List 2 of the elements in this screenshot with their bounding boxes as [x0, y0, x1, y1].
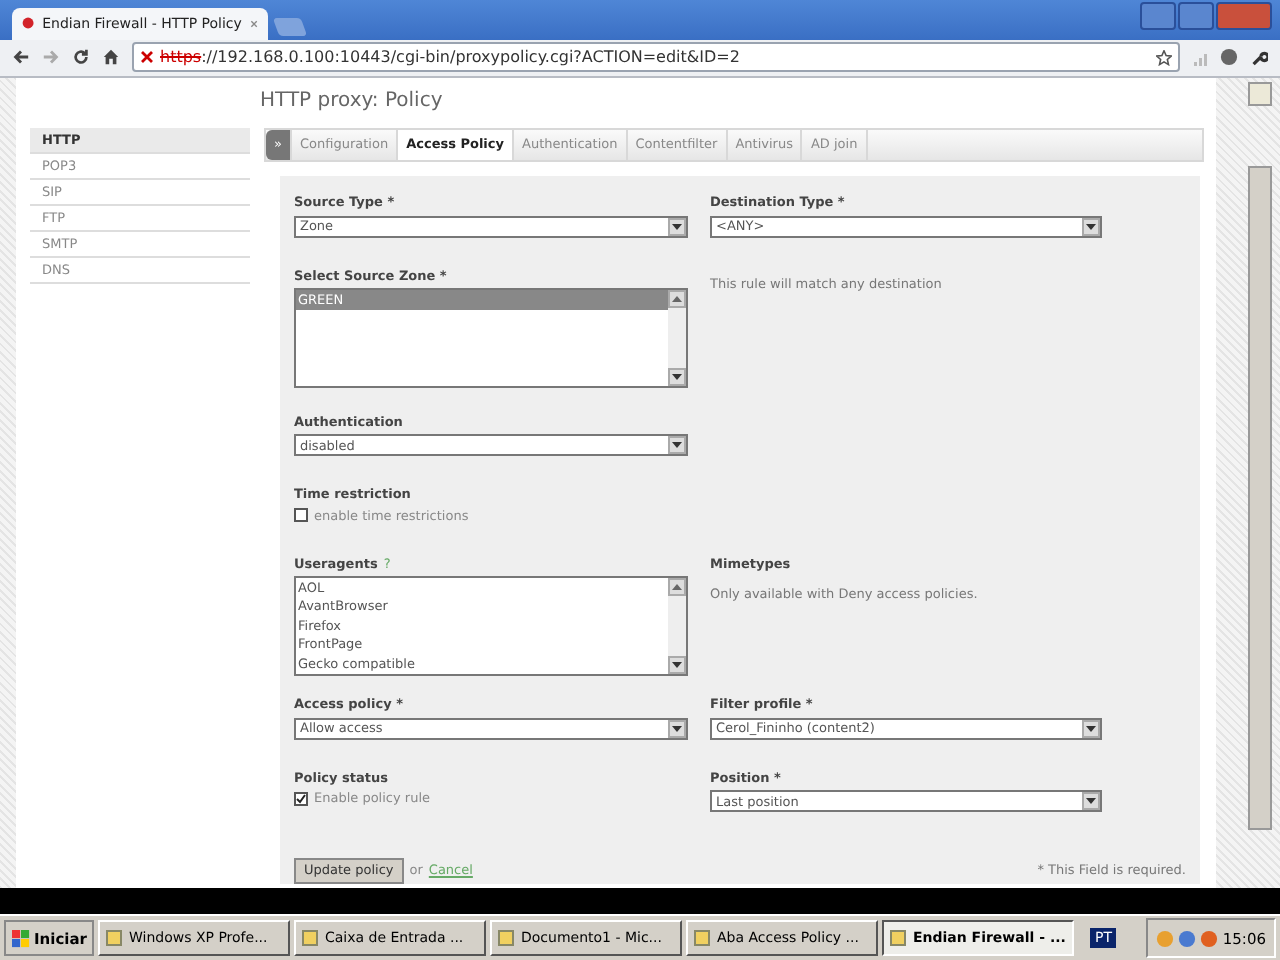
address-bar[interactable]: https://192.168.0.100:10443/cgi-bin/proxypolicy.cgi?ACTION=edit&ID=2 — [132, 42, 1180, 73]
page-title: HTTP proxy: Policy — [258, 87, 445, 116]
